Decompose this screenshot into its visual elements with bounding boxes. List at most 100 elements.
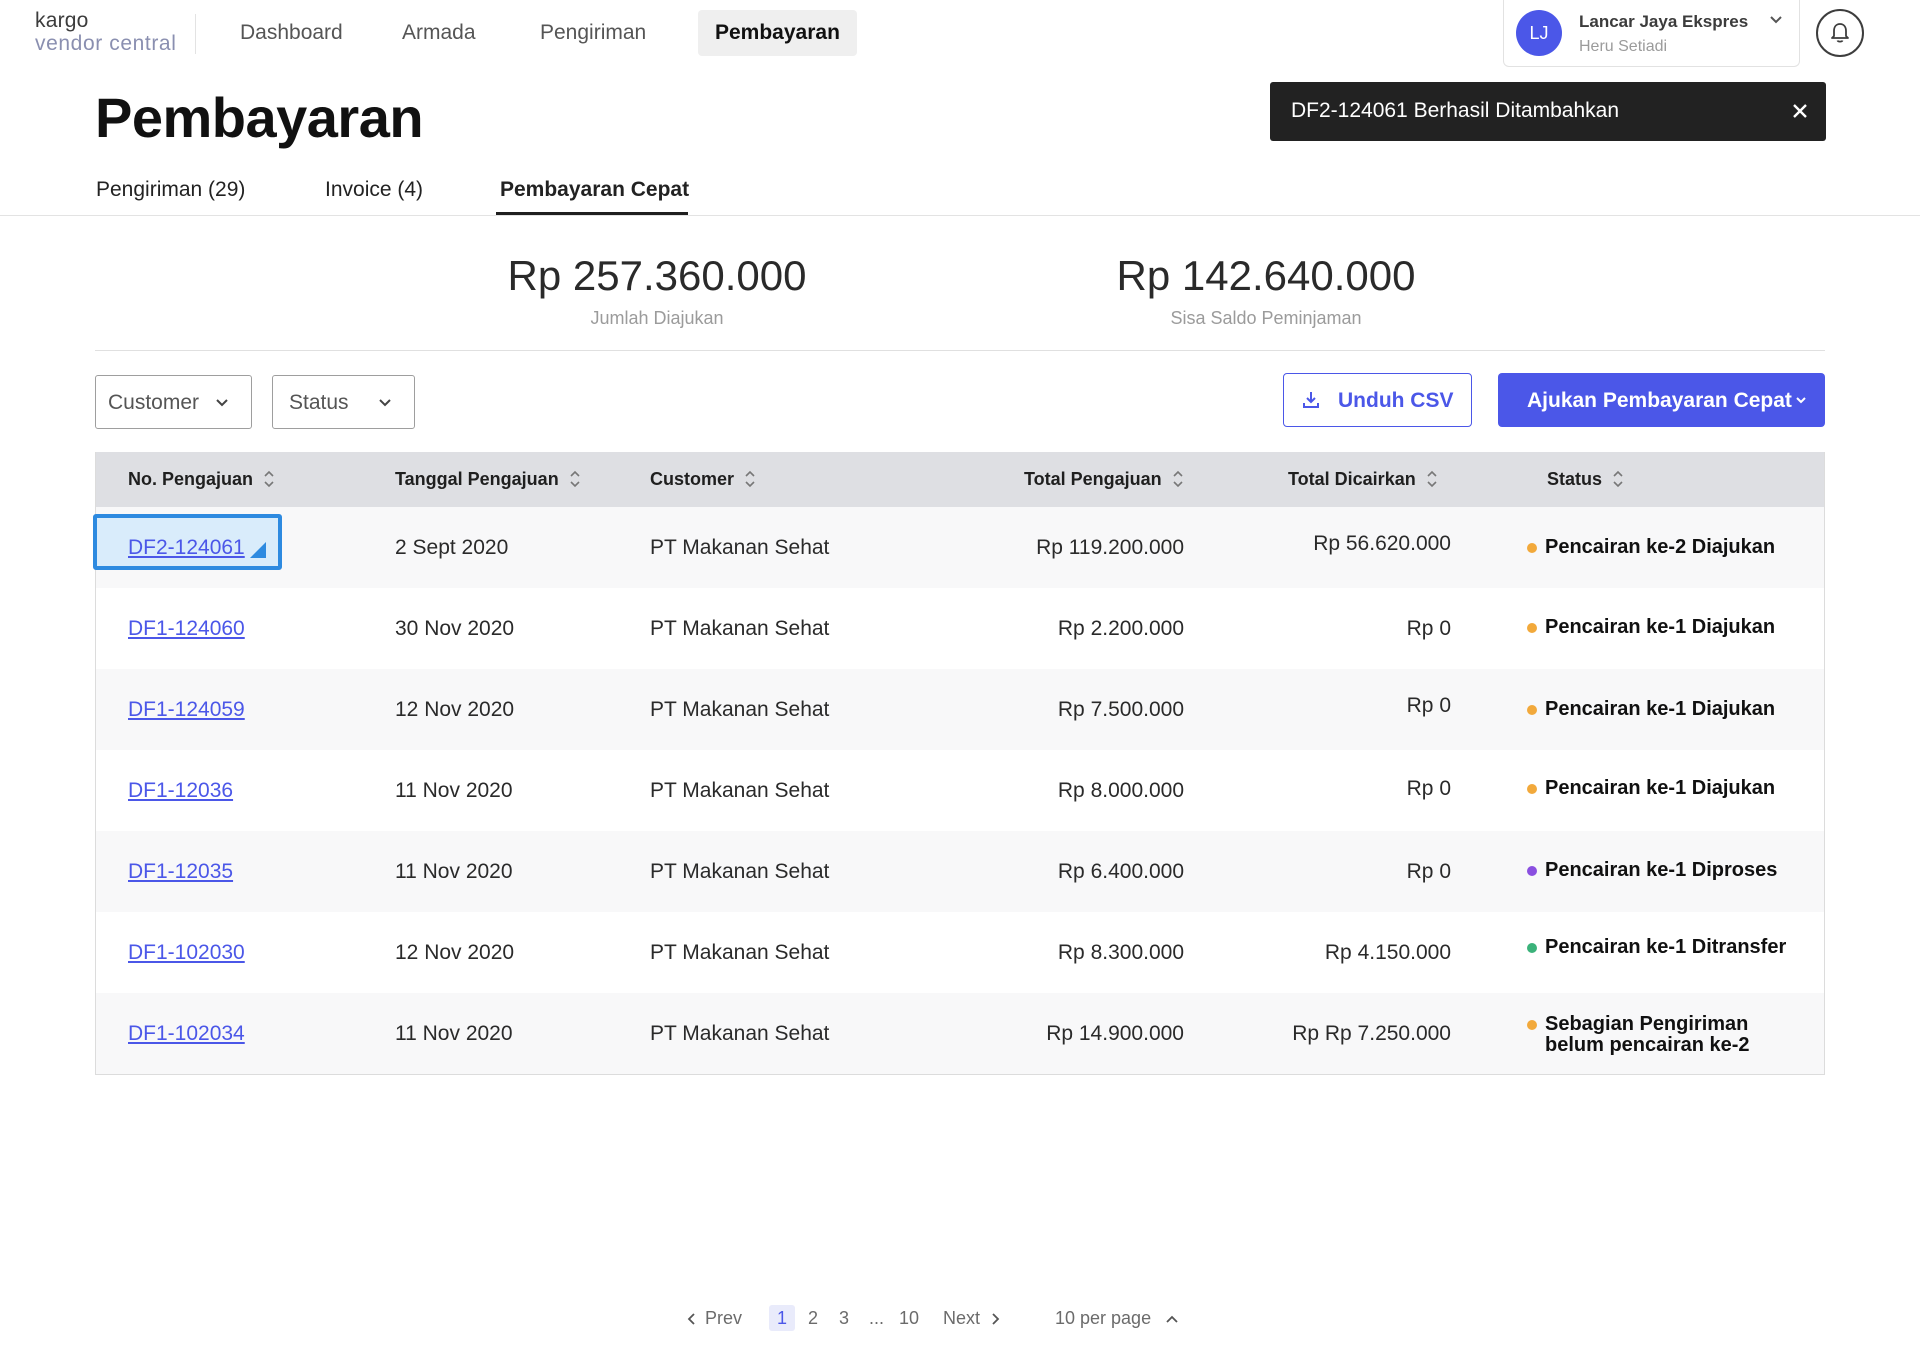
chevron-right-icon xyxy=(992,1313,1000,1325)
status-badge: Pencairan ke-1 Diajukan xyxy=(1527,777,1776,799)
status-dot xyxy=(1527,1020,1537,1030)
submission-id-link[interactable]: DF1-124060 xyxy=(128,617,245,641)
submit-fast-payment-label: Ajukan Pembayaran Cepat xyxy=(1527,389,1792,412)
status-dot xyxy=(1527,705,1537,715)
column-total-dicairkan[interactable]: Total Dicairkan xyxy=(1288,469,1438,490)
customer-name: PT Makanan Sehat xyxy=(650,1022,830,1045)
status-dot xyxy=(1527,866,1537,876)
customer-name: PT Makanan Sehat xyxy=(650,941,830,964)
submission-date: 2 Sept 2020 xyxy=(395,536,509,559)
status-text: Pencairan ke-1 Diproses xyxy=(1545,859,1778,881)
column-no-pengajuan[interactable]: No. Pengajuan xyxy=(128,469,275,490)
customer-filter[interactable]: Customer xyxy=(95,375,252,429)
total-submitted: Rp 6.400.000 xyxy=(1057,860,1184,883)
nav-pembayaran[interactable]: Pembayaran xyxy=(698,10,857,56)
page-10[interactable]: 10 xyxy=(899,1305,919,1331)
submission-id-link[interactable]: DF1-102030 xyxy=(128,941,245,965)
tab-pengiriman[interactable]: Pengiriman (29) xyxy=(96,178,245,202)
submission-date: 12 Nov 2020 xyxy=(395,698,515,721)
column-label: Total Dicairkan xyxy=(1288,469,1416,489)
submission-id-link[interactable]: DF1-12036 xyxy=(128,779,233,803)
submission-id-link[interactable]: DF1-102034 xyxy=(128,1022,245,1046)
total-submitted: Rp 7.500.000 xyxy=(1057,698,1184,721)
column-label: Customer xyxy=(650,469,735,489)
download-icon xyxy=(1303,392,1319,408)
user-name: Heru Setiadi xyxy=(1579,38,1668,55)
column-total-pengajuan[interactable]: Total Pengajuan xyxy=(1024,469,1184,490)
total-disbursed: Rp 56.620.000 xyxy=(1313,532,1451,555)
status-dot xyxy=(1527,543,1537,553)
tab-pembayaran-cepat[interactable]: Pembayaran Cepat xyxy=(500,178,689,202)
sort-icon xyxy=(1427,470,1437,487)
chevron-down-icon xyxy=(379,399,391,407)
logo-divider xyxy=(195,14,196,54)
status-badge: Sebagian Pengiriman belum pencairan ke-2 xyxy=(1527,1013,1750,1056)
customer-name: PT Makanan Sehat xyxy=(650,536,830,559)
customer-name: PT Makanan Sehat xyxy=(650,860,830,883)
nav-armada[interactable]: Armada xyxy=(385,10,493,56)
close-icon[interactable] xyxy=(1790,101,1810,121)
chevron-down-icon xyxy=(1796,397,1806,404)
submission-id-link[interactable]: DF1-12035 xyxy=(128,860,233,884)
column-label: No. Pengajuan xyxy=(128,469,254,489)
column-label: Status xyxy=(1547,469,1603,489)
submit-fast-payment-button[interactable]: Ajukan Pembayaran Cepat xyxy=(1498,373,1825,427)
summary-amount: Rp 142.640.000 xyxy=(1116,252,1416,299)
submission-id-link[interactable]: DF2-124061 xyxy=(128,536,245,560)
column-tanggal-pengajuan[interactable]: Tanggal Pengajuan xyxy=(395,469,581,490)
logo-subtitle: vendor central xyxy=(35,32,177,55)
status-filter[interactable]: Status xyxy=(272,375,415,429)
page-3[interactable]: 3 xyxy=(839,1305,849,1331)
per-page-selector[interactable]: 10 per page xyxy=(1055,1305,1179,1331)
summary-jumlah-diajukan: Rp 257.360.000 Jumlah Diajukan xyxy=(457,252,857,329)
status-badge: Pencairan ke-1 Diproses xyxy=(1527,859,1778,881)
sort-icon xyxy=(1613,470,1623,487)
success-toast: DF2-124061 Berhasil Ditambahkan xyxy=(1270,82,1826,141)
avatar: LJ xyxy=(1516,10,1562,56)
tabs-divider xyxy=(0,215,1920,216)
column-label: Total Pengajuan xyxy=(1024,469,1162,489)
column-status[interactable]: Status xyxy=(1547,469,1624,490)
table-row[interactable]: DF1-102030 12 Nov 2020 PT Makanan Sehat … xyxy=(96,912,1824,993)
pagination-next[interactable]: Next xyxy=(943,1305,1000,1331)
nav-pengiriman[interactable]: Pengiriman xyxy=(523,10,663,56)
page-title: Pembayaran xyxy=(95,86,424,149)
page-1[interactable]: 1 xyxy=(769,1305,796,1331)
kargo-logo[interactable]: kargo vendor central xyxy=(35,10,180,54)
total-disbursed: Rp Rp 7.250.000 xyxy=(1292,1022,1451,1045)
nav-dashboard[interactable]: Dashboard xyxy=(223,10,360,56)
next-label: Next xyxy=(943,1308,981,1328)
status-text: Pencairan ke-1 Diajukan xyxy=(1545,616,1776,638)
table-row[interactable]: DF1-124060 30 Nov 2020 PT Makanan Sehat … xyxy=(96,588,1824,669)
summary-amount: Rp 257.360.000 xyxy=(507,252,807,299)
logo-wordmark: kargo xyxy=(35,9,89,32)
notification-bell-button[interactable] xyxy=(1816,9,1864,57)
resize-corner-icon xyxy=(250,542,266,558)
prev-label: Prev xyxy=(705,1308,743,1328)
account-switcher[interactable]: LJ Lancar Jaya Ekspres Heru Setiadi xyxy=(1503,0,1800,67)
sort-icon xyxy=(745,470,755,487)
summary-label: Sisa Saldo Peminjaman xyxy=(1170,308,1362,328)
total-submitted: Rp 2.200.000 xyxy=(1057,617,1184,640)
chevron-up-icon xyxy=(1166,1315,1178,1323)
total-submitted: Rp 8.000.000 xyxy=(1057,779,1184,802)
submission-id-link[interactable]: DF1-124059 xyxy=(128,698,245,722)
table-row[interactable]: DF1-12035 11 Nov 2020 PT Makanan Sehat R… xyxy=(96,831,1824,912)
pagination: Prev 1 2 3 ... 10 Next 10 per page xyxy=(0,1305,1920,1331)
column-customer[interactable]: Customer xyxy=(650,469,756,490)
status-text: Pencairan ke-1 Diajukan xyxy=(1545,777,1776,799)
table-row[interactable]: DF1-12036 11 Nov 2020 PT Makanan Sehat R… xyxy=(96,750,1824,831)
submission-date: 11 Nov 2020 xyxy=(395,779,513,802)
status-text: Pencairan ke-2 Diajukan xyxy=(1545,536,1776,558)
status-text: Sebagian Pengiriman xyxy=(1545,1013,1749,1035)
summary-divider xyxy=(95,350,1825,351)
pagination-prev[interactable]: Prev xyxy=(687,1305,742,1331)
download-csv-button[interactable]: Unduh CSV xyxy=(1283,373,1472,427)
total-submitted: Rp 119.200.000 xyxy=(1036,536,1184,559)
table-row[interactable]: DF1-124059 12 Nov 2020 PT Makanan Sehat … xyxy=(96,669,1824,750)
table-row[interactable]: DF2-124061 2 Sept 2020 PT Makanan Sehat … xyxy=(93,507,1824,588)
page-2[interactable]: 2 xyxy=(808,1305,818,1331)
tab-invoice[interactable]: Invoice (4) xyxy=(325,178,423,202)
total-disbursed: Rp 0 xyxy=(1406,860,1451,883)
table-row[interactable]: DF1-102034 11 Nov 2020 PT Makanan Sehat … xyxy=(96,993,1824,1074)
